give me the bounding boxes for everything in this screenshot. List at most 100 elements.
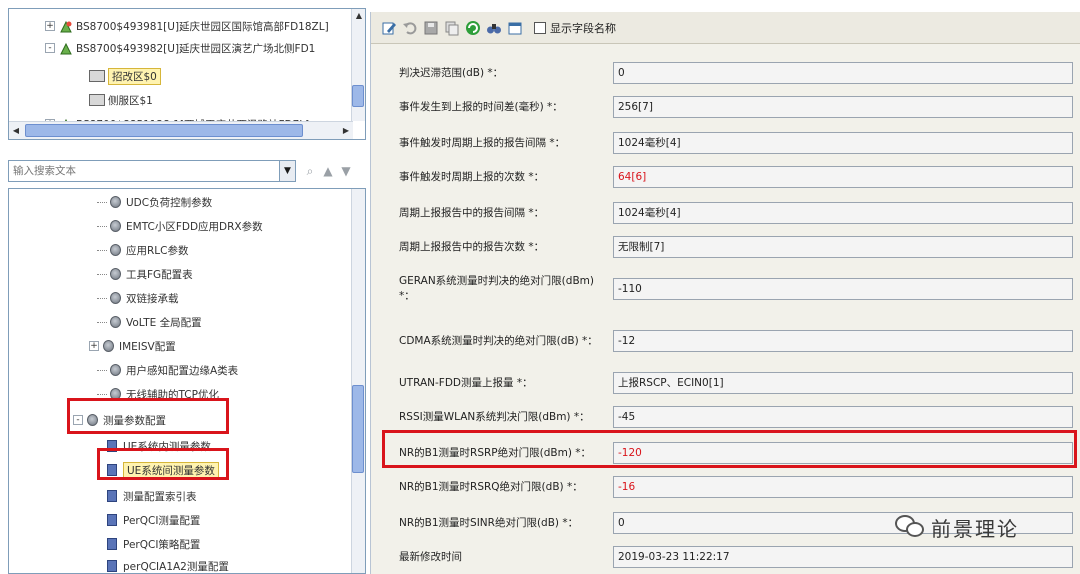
watermark-text: 前景理论 bbox=[931, 516, 1019, 541]
object-tree-label: BS8700$493982[U]延庆世园区演艺广场北侧FD1 bbox=[76, 42, 316, 55]
save-icon[interactable] bbox=[423, 20, 439, 36]
arrow-up-icon[interactable]: ▲ bbox=[320, 162, 336, 180]
show-field-name-label: 显示字段名称 bbox=[550, 21, 616, 35]
param-tree-item[interactable]: 测量配置索引表 bbox=[107, 485, 197, 507]
expand-icon[interactable]: + bbox=[89, 341, 99, 351]
gear-icon bbox=[110, 244, 121, 256]
search-bar: ▼ ⌕ ▲ ▼ bbox=[8, 158, 366, 184]
chevron-down-icon[interactable]: ▼ bbox=[280, 160, 296, 182]
field-label: RSSI测量WLAN系统判决门限(dBm) *： bbox=[399, 410, 590, 423]
field-label: 判决迟滞范围(dB) *： bbox=[399, 66, 504, 79]
param-tree-item[interactable]: 应用RLC参数 bbox=[97, 239, 188, 261]
form-row: NR的B1测量时RSRQ绝对门限(dB) *： -16 bbox=[383, 476, 1080, 498]
search-icon[interactable]: ⌕ bbox=[302, 162, 318, 180]
param-tree-label: 应用RLC参数 bbox=[126, 244, 189, 257]
param-tree-item[interactable]: EMTC小区FDD应用DRX参数 bbox=[97, 215, 263, 237]
param-tree-item[interactable]: VoLTE 全局配置 bbox=[97, 311, 202, 333]
param-tree-item[interactable]: PerQCI测量配置 bbox=[107, 509, 200, 531]
param-tree-item[interactable]: 双链接承载 bbox=[97, 287, 179, 309]
field-label: CDMA系统测量时判决的绝对门限(dB) *： bbox=[399, 334, 598, 347]
scrollbar-thumb[interactable] bbox=[352, 85, 364, 107]
field-value[interactable]: 上报RSCP、ECIN0[1] bbox=[613, 372, 1073, 394]
left-pane: + BS8700$493981[U]延庆世园区国际馆高部FD18ZL] - BS… bbox=[8, 8, 366, 574]
document-icon bbox=[107, 560, 117, 572]
object-tree-item[interactable]: 侧服区$1 bbox=[89, 89, 153, 111]
param-tree-item[interactable]: UDC负荷控制参数 bbox=[97, 191, 212, 213]
detail-panel: 显示字段名称 判决迟滞范围(dB) *： 0 事件发生到上报的时间差(毫秒) *… bbox=[370, 12, 1080, 574]
object-tree-item[interactable]: + BS8700$493981[U]延庆世园区国际馆高部FD18ZL] bbox=[45, 15, 329, 37]
collapse-icon[interactable]: - bbox=[45, 43, 55, 53]
undo-icon[interactable] bbox=[402, 20, 418, 36]
param-tree-item[interactable]: 工具FG配置表 bbox=[97, 263, 193, 285]
search-input[interactable] bbox=[8, 160, 280, 182]
edit-icon[interactable] bbox=[381, 20, 397, 36]
scroll-left-icon[interactable]: ◀ bbox=[9, 124, 23, 138]
form-row: 最新修改时间 2019-03-23 11:22:17 bbox=[383, 546, 1080, 568]
calendar-icon[interactable] bbox=[507, 20, 523, 36]
binoculars-icon[interactable] bbox=[486, 20, 502, 36]
param-tree-item[interactable]: + IMEISV配置 bbox=[89, 335, 176, 357]
param-tree-item[interactable]: 用户感知配置边缘A类表 bbox=[97, 359, 238, 381]
base-station-icon bbox=[60, 20, 72, 32]
cell-icon bbox=[89, 70, 105, 82]
object-tree[interactable]: + BS8700$493981[U]延庆世园区国际馆高部FD18ZL] - BS… bbox=[8, 8, 366, 140]
scroll-up-icon[interactable]: ▲ bbox=[352, 9, 365, 23]
horizontal-scrollbar[interactable]: ◀ ▶ bbox=[9, 121, 353, 139]
field-value[interactable]: -110 bbox=[613, 278, 1073, 300]
field-label: 周期上报报告中的报告间隔 *： bbox=[399, 206, 545, 219]
vertical-scrollbar[interactable]: ▲ bbox=[351, 9, 365, 121]
param-tree-label: 用户感知配置边缘A类表 bbox=[126, 364, 239, 377]
field-label: 事件触发时周期上报的次数 *： bbox=[399, 170, 545, 183]
cell-icon bbox=[89, 94, 105, 106]
param-tree-label: perQCIA1A2测量配置 bbox=[123, 560, 229, 573]
form-row: RSSI测量WLAN系统判决门限(dBm) *： -45 bbox=[383, 406, 1080, 428]
field-label: UTRAN-FDD测量上报量 *： bbox=[399, 376, 533, 389]
scrollbar-thumb[interactable] bbox=[352, 385, 364, 473]
arrow-down-icon[interactable]: ▼ bbox=[338, 162, 354, 180]
object-tree-item-selected[interactable]: 招改区$0 bbox=[89, 65, 161, 87]
highlight-box-nr-b1-rsrp bbox=[382, 430, 1077, 468]
form-row: 周期上报报告中的报告间隔 *： 1024毫秒[4] bbox=[383, 202, 1080, 224]
refresh-icon[interactable] bbox=[465, 20, 481, 36]
field-value[interactable]: 1024毫秒[4] bbox=[613, 132, 1073, 154]
field-value[interactable]: -12 bbox=[613, 330, 1073, 352]
param-tree-item[interactable]: PerQCI策略配置 bbox=[107, 533, 200, 555]
object-tree-item[interactable]: - BS8700$493982[U]延庆世园区演艺广场北侧FD1 bbox=[45, 37, 315, 59]
field-label: 最新修改时间 bbox=[399, 550, 462, 563]
field-value[interactable]: 无限制[7] bbox=[613, 236, 1073, 258]
parameter-tree[interactable]: UDC负荷控制参数 EMTC小区FDD应用DRX参数 应用RLC参数 工具FG配… bbox=[8, 188, 366, 574]
highlight-box-ue-inter-system bbox=[97, 448, 229, 480]
field-value[interactable]: 64[6] bbox=[613, 166, 1073, 188]
param-tree-label: EMTC小区FDD应用DRX参数 bbox=[126, 220, 263, 233]
field-value[interactable]: -16 bbox=[613, 476, 1073, 498]
document-icon bbox=[107, 514, 117, 526]
field-value[interactable]: 2019-03-23 11:22:17 bbox=[613, 546, 1073, 568]
param-tree-item[interactable]: perQCIA1A2测量配置 bbox=[107, 555, 229, 573]
form-row: 事件触发时周期上报的次数 *： 64[6] bbox=[383, 166, 1080, 188]
field-label: GERAN系统测量时判决的绝对门限(dBm) *： bbox=[399, 275, 594, 302]
gear-icon bbox=[110, 316, 121, 328]
param-tree-label: PerQCI策略配置 bbox=[123, 538, 201, 551]
base-station-icon bbox=[60, 42, 72, 54]
object-tree-label: 侧服区$1 bbox=[108, 94, 153, 107]
form-row: CDMA系统测量时判决的绝对门限(dB) *： -12 bbox=[383, 324, 1080, 358]
field-value[interactable]: -45 bbox=[613, 406, 1073, 428]
watermark: 前景理论 bbox=[895, 512, 1019, 542]
field-label: 周期上报报告中的报告次数 *： bbox=[399, 240, 545, 253]
scroll-right-icon[interactable]: ▶ bbox=[339, 124, 353, 138]
vertical-scrollbar[interactable] bbox=[351, 189, 365, 573]
field-label: 事件触发时周期上报的报告间隔 *： bbox=[399, 136, 566, 149]
field-label: NR的B1测量时RSRQ绝对门限(dB) *： bbox=[399, 480, 583, 493]
show-field-name-checkbox[interactable] bbox=[534, 21, 546, 34]
document-icon bbox=[107, 490, 117, 502]
param-tree-label: PerQCI测量配置 bbox=[123, 514, 201, 527]
expand-icon[interactable]: + bbox=[45, 21, 55, 31]
field-value[interactable]: 1024毫秒[4] bbox=[613, 202, 1073, 224]
param-tree-label: 测量配置索引表 bbox=[123, 490, 197, 503]
field-value[interactable]: 0 bbox=[613, 62, 1073, 84]
copy-icon[interactable] bbox=[444, 20, 460, 36]
field-label: 事件发生到上报的时间差(毫秒) *： bbox=[399, 100, 563, 113]
field-value[interactable]: 256[7] bbox=[613, 96, 1073, 118]
highlight-box-measurement-config bbox=[67, 398, 229, 434]
scrollbar-thumb[interactable] bbox=[25, 124, 303, 137]
